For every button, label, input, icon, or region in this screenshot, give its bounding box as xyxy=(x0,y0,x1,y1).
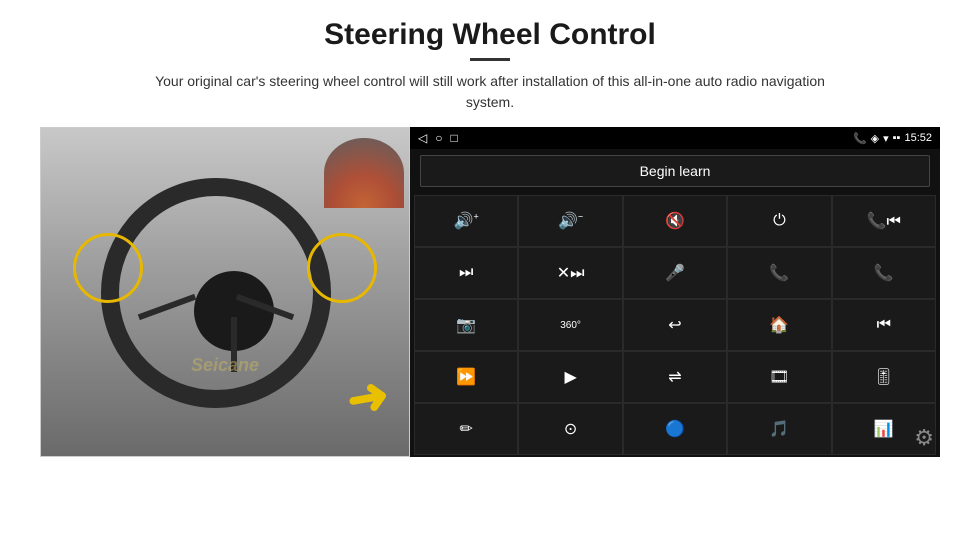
call-icon: 📞 xyxy=(769,263,789,283)
prev-track-icon: ⏮ xyxy=(877,316,891,334)
page-subtitle: Your original car's steering wheel contr… xyxy=(140,71,840,113)
grid-cell-home[interactable]: 🏠 xyxy=(727,299,831,351)
grid-cell-power[interactable]: ⏻ xyxy=(727,195,831,247)
recents-nav-icon[interactable]: □ xyxy=(450,131,457,145)
grid-cell-mute[interactable]: 🔇 xyxy=(623,195,727,247)
360-icon: 360° xyxy=(560,320,581,331)
fast-fwd-icon: ⏩ xyxy=(456,367,476,387)
grid-cell-vol-down[interactable]: 🔊− xyxy=(518,195,622,247)
call-prev-icon: 📞⏮ xyxy=(867,211,901,231)
grid-cell-call[interactable]: 📞 xyxy=(727,247,831,299)
back-nav-icon[interactable]: ◁ xyxy=(418,131,427,145)
grid-cell-bluetooth[interactable]: 🔵 xyxy=(623,403,727,455)
grid-cell-edit[interactable]: ✏ xyxy=(414,403,518,455)
spoke-left xyxy=(138,294,196,320)
grid-cell-mic[interactable]: 🎤 xyxy=(623,247,727,299)
settings-gear-button[interactable]: ⚙ xyxy=(914,425,934,451)
grid-cell-360[interactable]: 360° xyxy=(518,299,622,351)
signal-bars: ▪▪ xyxy=(893,132,901,144)
grid-cell-vol-up[interactable]: 🔊+ xyxy=(414,195,518,247)
begin-learn-button[interactable]: Begin learn xyxy=(420,155,930,187)
wifi-status-icon: ▾ xyxy=(883,132,889,145)
grid-cell-equalizer[interactable]: 🎚 xyxy=(832,351,936,403)
page-wrapper: Steering Wheel Control Your original car… xyxy=(0,0,980,547)
highlight-circle-right xyxy=(307,233,377,303)
vol-up-icon: 🔊+ xyxy=(454,211,479,231)
waveform-icon: 📊 xyxy=(874,419,894,439)
edit-icon: ✏ xyxy=(459,419,472,439)
control-panel-wrapper: ◁ ○ □ 📞 ◈ ▾ ▪▪ 15:52 Begin learn xyxy=(410,127,940,457)
grid-cell-media[interactable]: 🎞 xyxy=(727,351,831,403)
phone-status-icon: 📞 xyxy=(853,132,867,145)
highlight-circle-left xyxy=(73,233,143,303)
grid-cell-record[interactable]: ⊙ xyxy=(518,403,622,455)
grid-cell-call-prev[interactable]: 📞⏮ xyxy=(832,195,936,247)
bluetooth-icon: 🔵 xyxy=(665,419,685,439)
navigate-icon: ▶ xyxy=(564,367,576,387)
begin-learn-row: Begin learn xyxy=(410,149,940,193)
location-status-icon: ◈ xyxy=(871,132,879,145)
mute-icon: 🔇 xyxy=(665,211,685,231)
home-nav-icon[interactable]: ○ xyxy=(435,131,442,145)
page-title: Steering Wheel Control xyxy=(324,18,656,52)
grid-cell-camera[interactable]: 📷 xyxy=(414,299,518,351)
control-panel: ◁ ○ □ 📞 ◈ ▾ ▪▪ 15:52 Begin learn xyxy=(410,127,940,457)
grid-cell-back[interactable]: ↩ xyxy=(623,299,727,351)
camera-icon: 📷 xyxy=(456,315,476,335)
switch-icon: ⇌ xyxy=(668,367,681,387)
grid-cell-prev-track[interactable]: ⏮ xyxy=(832,299,936,351)
grid-cell-music[interactable]: 🎵 xyxy=(727,403,831,455)
settings-icon: ⚙ xyxy=(914,425,934,450)
vol-down-icon: 🔊− xyxy=(558,211,583,231)
back-icon: ↩ xyxy=(668,315,681,335)
grid-cell-next-track[interactable]: ⏭ xyxy=(414,247,518,299)
car-photo: ➜ Seicane xyxy=(40,127,410,457)
content-row: ➜ Seicane ◁ ○ □ 📞 ◈ ▾ ▪▪ xyxy=(40,127,940,457)
status-left: ◁ ○ □ xyxy=(418,131,458,145)
power-icon: ⏻ xyxy=(773,212,786,230)
clock-display: 15:52 xyxy=(904,132,932,144)
watermark: Seicane xyxy=(191,355,259,376)
status-right: 📞 ◈ ▾ ▪▪ 15:52 xyxy=(853,132,932,145)
title-divider xyxy=(470,58,510,61)
ff-icon: ✕⏭ xyxy=(557,263,585,283)
next-track-icon: ⏭ xyxy=(459,264,473,282)
gauges xyxy=(324,138,404,208)
mic-icon: 🎤 xyxy=(665,263,685,283)
grid-cell-navigate[interactable]: ▶ xyxy=(518,351,622,403)
record-icon: ⊙ xyxy=(564,419,577,439)
media-icon: 🎞 xyxy=(769,367,789,387)
grid-cell-hangup[interactable]: 📞 xyxy=(832,247,936,299)
grid-cell-fast-fwd[interactable]: ⏩ xyxy=(414,351,518,403)
home-icon: 🏠 xyxy=(769,315,789,335)
grid-cell-switch[interactable]: ⇌ xyxy=(623,351,727,403)
grid-cell-ff[interactable]: ✕⏭ xyxy=(518,247,622,299)
music-icon: 🎵 xyxy=(769,419,789,439)
status-bar: ◁ ○ □ 📞 ◈ ▾ ▪▪ 15:52 xyxy=(410,127,940,149)
icon-grid: 🔊+ 🔊− 🔇 ⏻ 📞⏮ ⏭ ✕⏭ 🎤 📞 📞 📷 360° ↩ 🏠 xyxy=(410,193,940,457)
hangup-icon: 📞 xyxy=(874,263,894,283)
equalizer-icon: 🎚 xyxy=(874,367,894,387)
